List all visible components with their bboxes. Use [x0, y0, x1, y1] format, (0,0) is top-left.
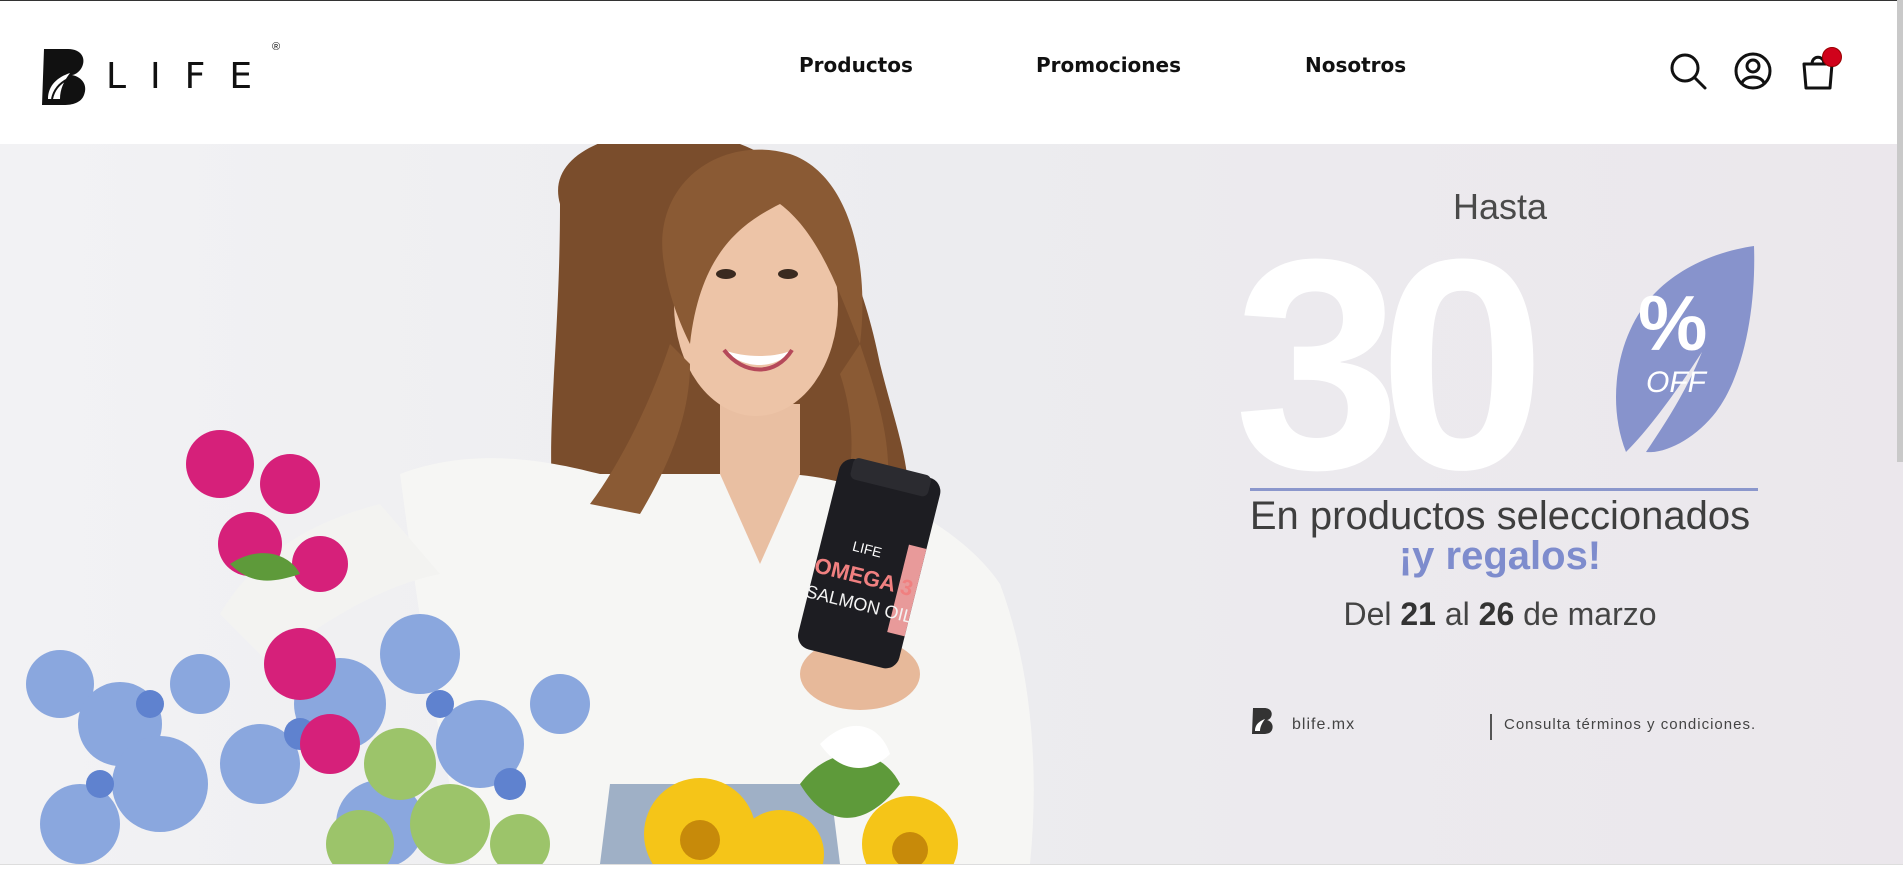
promo-percent-sign: %	[1638, 279, 1708, 367]
search-icon[interactable]	[1668, 51, 1708, 91]
promo-off-label: OFF	[1646, 366, 1706, 399]
nav-productos[interactable]: Productos	[799, 53, 913, 77]
bottom-strip	[0, 864, 1903, 882]
promo-big-number: 30	[1234, 196, 1546, 532]
registered-mark: ®	[272, 41, 281, 53]
footer-terms[interactable]: Consulta términos y condiciones.	[1504, 716, 1756, 733]
date-start-day: 21	[1400, 596, 1436, 632]
hero-banner[interactable]: LIFE OMEGA 3 SALMON OIL Hasta 30 % OFF E…	[0, 144, 1903, 864]
brand-logo[interactable]: LIFE ®	[38, 41, 280, 107]
date-end-day: 26	[1478, 596, 1515, 632]
dates-prefix: Del	[1343, 596, 1401, 632]
hero-photo-woman-flowers: LIFE OMEGA 3 SALMON OIL	[26, 144, 1034, 864]
dates-middle: al	[1435, 596, 1479, 632]
footer-separator	[1490, 714, 1492, 740]
nav-promociones[interactable]: Promociones	[1036, 53, 1181, 77]
footer-site[interactable]: blife.mx	[1292, 716, 1355, 734]
dates-suffix: de marzo	[1514, 596, 1657, 632]
nav-nosotros[interactable]: Nosotros	[1305, 53, 1406, 77]
cart-count-badge	[1822, 47, 1842, 67]
page-scrollbar[interactable]	[1897, 0, 1903, 462]
promo-dates: Del 21 al 26 de marzo	[1240, 596, 1760, 633]
logo-b-leaf-icon	[42, 49, 86, 105]
user-icon[interactable]	[1733, 51, 1773, 91]
logo-wordmark: LIFE	[106, 55, 277, 97]
promo-line1: En productos seleccionados	[1249, 494, 1751, 538]
site-header: LIFE ® Productos Promociones Nosotros	[0, 0, 1903, 144]
promo-panel: Hasta 30 % OFF En productos seleccionado…	[1234, 144, 1760, 864]
promo-line2: ¡y regalos!	[1398, 534, 1602, 578]
promo-divider	[1250, 488, 1758, 491]
footer-logo-icon	[1252, 708, 1273, 734]
